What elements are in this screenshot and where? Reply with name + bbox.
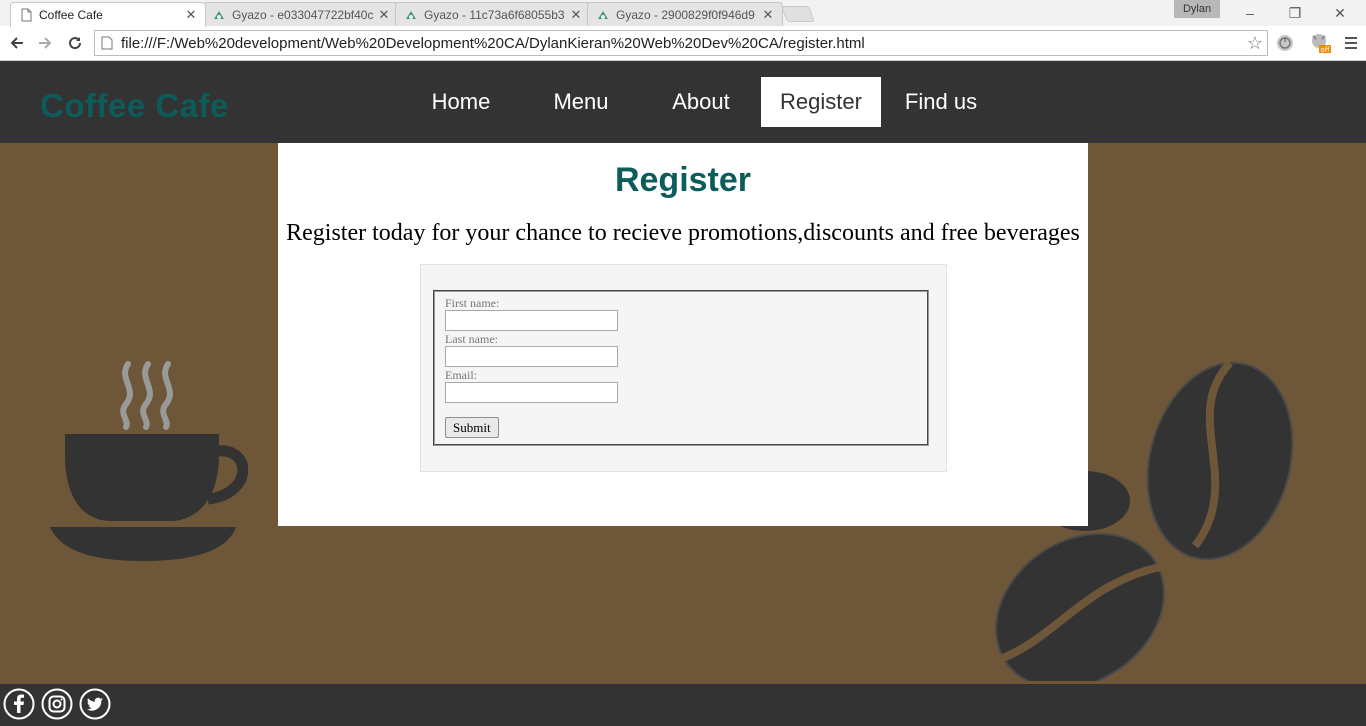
page-viewport: Coffee Cafe Home Menu About Register Fin… [0, 61, 1366, 726]
reload-button[interactable] [62, 31, 88, 55]
register-form-container: First name: Last name: Email: Submit [420, 264, 947, 472]
tab-title: Gyazo - e033047722bf40c [232, 7, 374, 22]
browser-toolbar: file:///F:/Web%20development/Web%20Devel… [0, 26, 1366, 61]
register-intro-text: Register today for your chance to reciev… [286, 220, 1080, 246]
back-arrow-icon [10, 37, 23, 49]
page-icon [21, 8, 32, 22]
site-logo[interactable]: Coffee Cafe [40, 87, 229, 125]
gyazo-icon [406, 10, 416, 19]
tab-coffee-cafe[interactable]: Coffee Cafe ✕ [10, 2, 206, 27]
nav-register[interactable]: Register [761, 77, 881, 127]
forward-arrow-icon [39, 37, 52, 49]
last-name-input[interactable] [445, 346, 618, 367]
facebook-icon[interactable] [3, 688, 35, 720]
register-form: First name: Last name: Email: Submit [433, 290, 929, 446]
submit-button[interactable]: Submit [445, 417, 499, 438]
reload-icon [69, 37, 82, 50]
twitter-icon[interactable] [79, 688, 111, 720]
close-icon[interactable]: ✕ [762, 7, 774, 23]
gyazo-icon [214, 10, 224, 19]
extension-cat-icon[interactable]: off [1309, 32, 1331, 54]
minimize-button[interactable]: – [1235, 4, 1265, 22]
site-header: Coffee Cafe Home Menu About Register Fin… [0, 61, 1366, 143]
tab-gyazo-3[interactable]: Gyazo - 2900829f0f946d9 ✕ [587, 2, 783, 26]
tab-gyazo-1[interactable]: Gyazo - e033047722bf40c ✕ [203, 2, 399, 26]
first-name-input[interactable] [445, 310, 618, 331]
nav-find-us[interactable]: Find us [881, 77, 1001, 127]
tab-gyazo-2[interactable]: Gyazo - 11c73a6f68055b3 ✕ [395, 2, 591, 26]
new-tab-button[interactable] [781, 6, 815, 22]
gyazo-icon [598, 10, 608, 19]
tab-title: Coffee Cafe [39, 8, 103, 22]
forward-button[interactable] [32, 31, 58, 55]
browser-tab-strip: Coffee Cafe ✕ Gyazo - e033047722bf40c ✕ … [0, 0, 1366, 27]
close-window-button[interactable]: ✕ [1325, 4, 1355, 22]
coffee-cup-illustration [50, 361, 248, 561]
email-input[interactable] [445, 382, 618, 403]
extension-badge-text: off [1321, 46, 1330, 54]
tab-title: Gyazo - 11c73a6f68055b3 [424, 7, 565, 22]
main-nav: Home Menu About Register Find us [401, 77, 1001, 127]
nav-menu[interactable]: Menu [521, 77, 641, 127]
close-icon[interactable]: ✕ [185, 7, 197, 23]
page-icon [101, 36, 113, 50]
tab-title: Gyazo - 2900829f0f946d9 [616, 7, 755, 22]
back-button[interactable] [4, 31, 30, 55]
bookmark-star-icon[interactable]: ☆ [1243, 33, 1267, 54]
instagram-icon[interactable] [41, 688, 73, 720]
menu-icon[interactable] [1340, 32, 1362, 54]
profile-button[interactable]: Dylan [1174, 0, 1220, 18]
nav-about[interactable]: About [641, 77, 761, 127]
last-name-label: Last name: [445, 332, 498, 346]
close-icon[interactable]: ✕ [570, 7, 582, 23]
first-name-label: First name: [445, 296, 500, 310]
site-footer [0, 684, 1366, 726]
email-label: Email: [445, 368, 477, 382]
extension-power-icon[interactable] [1274, 32, 1296, 54]
restore-button[interactable]: ❐ [1280, 4, 1310, 22]
address-bar[interactable]: file:///F:/Web%20development/Web%20Devel… [94, 30, 1268, 56]
close-icon[interactable]: ✕ [378, 7, 390, 23]
page-title: Register [614, 161, 752, 199]
url-text[interactable]: file:///F:/Web%20development/Web%20Devel… [121, 35, 1243, 52]
nav-home[interactable]: Home [401, 77, 521, 127]
register-panel: Register Register today for your chance … [278, 143, 1088, 526]
